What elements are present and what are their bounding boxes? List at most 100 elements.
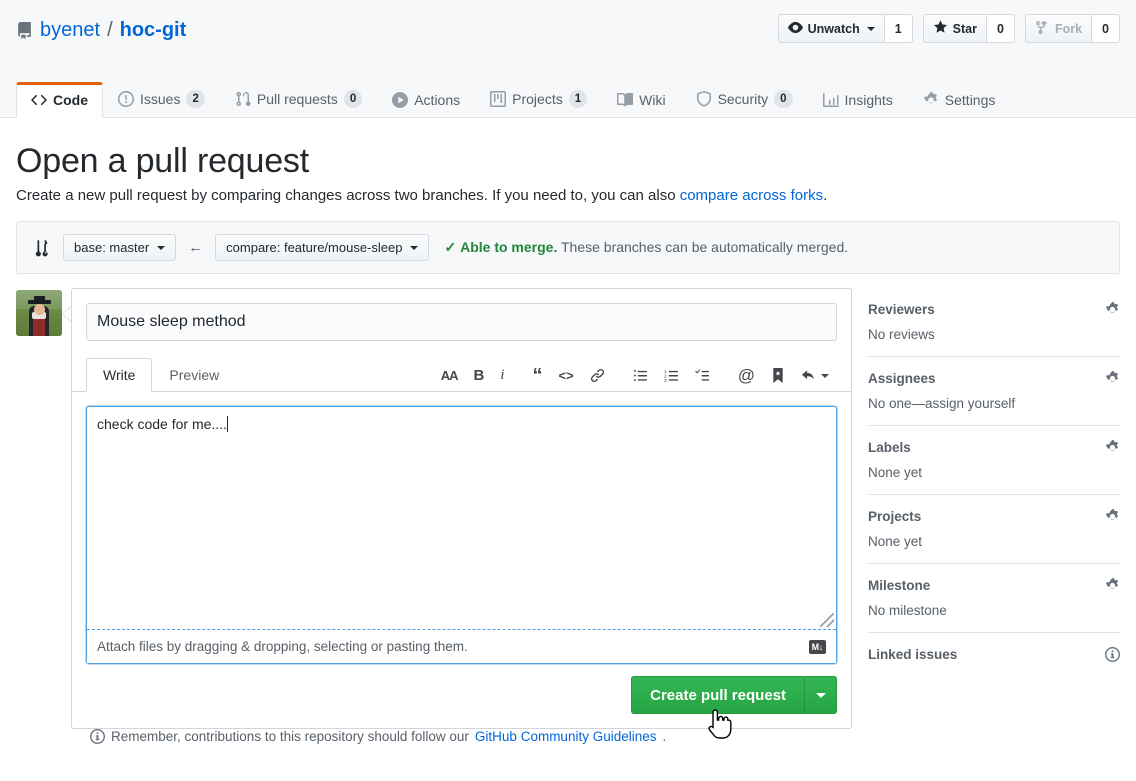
community-guidelines-link[interactable]: GitHub Community Guidelines <box>475 729 657 744</box>
breadcrumb-separator: / <box>107 19 113 41</box>
merge-status-bold: Able to merge. <box>460 239 558 255</box>
tab-issues[interactable]: Issues 2 <box>103 80 220 118</box>
sidebar-reviewers-title: Reviewers <box>868 302 935 317</box>
code-icon[interactable]: <> <box>551 366 582 385</box>
pr-title-input[interactable] <box>86 303 837 341</box>
merge-status: ✓ Able to merge. These branches can be a… <box>444 239 848 256</box>
task-list-icon[interactable] <box>687 365 718 386</box>
community-guidelines-note: Remember, contributions to this reposito… <box>16 729 1120 744</box>
mention-icon[interactable]: @ <box>730 364 763 387</box>
tab-pull-requests-badge: 0 <box>343 90 363 108</box>
tab-pull-requests[interactable]: Pull requests 0 <box>220 80 377 118</box>
compare-across-forks-link[interactable]: compare across forks <box>680 187 823 204</box>
play-icon <box>392 92 409 108</box>
check-icon: ✓ <box>444 239 457 255</box>
repo-book-icon <box>16 21 33 39</box>
saved-reply-bookmark-icon[interactable] <box>763 365 793 386</box>
gear-icon[interactable] <box>1105 371 1120 386</box>
compare-branch-select[interactable]: compare: feature/mouse-sleep <box>215 234 430 261</box>
star-label: Star <box>952 21 977 36</box>
unordered-list-icon[interactable] <box>625 365 656 386</box>
tab-projects[interactable]: Projects 1 <box>475 80 602 118</box>
project-board-icon <box>490 91 507 107</box>
code-icon <box>31 92 47 108</box>
create-pull-request-button[interactable]: Create pull request <box>631 676 804 714</box>
sidebar-milestone-value: No milestone <box>868 603 947 618</box>
star-button[interactable]: Star <box>922 14 986 43</box>
star-button-group: Star 0 <box>922 14 1015 43</box>
comment-bubble-arrow-icon <box>62 306 71 322</box>
sidebar-section-assignees: Assignees No one—assign yourself <box>868 371 1120 426</box>
attach-files-row[interactable]: Attach files by dragging & dropping, sel… <box>87 630 836 663</box>
sidebar-assignees-title: Assignees <box>868 371 936 386</box>
gear-icon[interactable] <box>1105 509 1120 524</box>
footer-note-end: . <box>662 729 667 744</box>
main-row: Write Preview AA B i “ <> <box>16 288 1120 729</box>
shield-icon <box>696 91 712 107</box>
tab-projects-badge: 1 <box>568 90 588 108</box>
resize-handle[interactable] <box>820 613 834 627</box>
tab-issues-label: Issues <box>140 91 181 107</box>
sidebar-reviewers-value: No reviews <box>868 327 935 342</box>
git-compare-icon <box>33 239 51 257</box>
quote-icon[interactable]: “ <box>525 366 551 386</box>
sidebar-labels-header: Labels <box>868 440 1120 455</box>
tab-settings[interactable]: Settings <box>908 82 1011 118</box>
tab-code[interactable]: Code <box>16 82 103 118</box>
watcher-count[interactable]: 1 <box>883 14 913 43</box>
sidebar-section-milestone: Milestone No milestone <box>868 578 1120 633</box>
pr-body-textarea[interactable]: check code for me.... <box>87 407 836 629</box>
pr-form-column: Write Preview AA B i “ <> <box>16 288 852 729</box>
unwatch-button[interactable]: Unwatch <box>777 14 884 43</box>
gear-icon[interactable] <box>1105 578 1120 593</box>
tab-insights-label: Insights <box>844 92 893 108</box>
sidebar-labels-title: Labels <box>868 440 911 455</box>
tab-wiki[interactable]: Wiki <box>602 82 680 118</box>
star-count[interactable]: 0 <box>986 14 1015 43</box>
book-icon <box>617 92 634 108</box>
tab-actions-label: Actions <box>414 92 461 108</box>
pr-body-value: check code for me.... <box>97 416 227 432</box>
fork-count[interactable]: 0 <box>1091 14 1120 43</box>
gear-icon[interactable] <box>1105 440 1120 455</box>
sidebar-projects-header: Projects <box>868 509 1120 524</box>
sidebar-section-linked-issues: Linked issues <box>868 647 1120 686</box>
chevron-down-icon <box>410 245 419 250</box>
repo-owner-link[interactable]: byenet <box>40 18 100 42</box>
info-icon[interactable] <box>1105 647 1120 662</box>
git-pull-request-icon <box>235 91 251 107</box>
fork-icon <box>1035 20 1050 38</box>
page-subtitle-text: Create a new pull request by comparing c… <box>16 187 680 204</box>
gear-icon <box>923 92 939 108</box>
chevron-down-icon <box>866 26 875 31</box>
reply-arrow-icon[interactable] <box>793 365 837 386</box>
repo-name-link[interactable]: hoc-git <box>120 18 187 42</box>
avatar[interactable] <box>16 290 62 336</box>
italic-icon[interactable]: i <box>492 365 512 386</box>
markdown-icon[interactable]: M↓ <box>808 639 826 654</box>
attach-files-label: Attach files by dragging & dropping, sel… <box>97 639 468 654</box>
tab-actions[interactable]: Actions <box>377 82 475 118</box>
tab-projects-label: Projects <box>512 91 563 107</box>
base-branch-select[interactable]: base: master <box>63 234 177 261</box>
gear-icon[interactable] <box>1105 302 1120 317</box>
tab-write[interactable]: Write <box>86 358 153 392</box>
tab-issues-badge: 2 <box>186 90 205 108</box>
create-pull-request-options-button[interactable] <box>804 676 837 714</box>
svg-text:3: 3 <box>664 378 667 383</box>
pr-body-field[interactable]: check code for me.... Attach files by dr… <box>86 406 837 664</box>
tab-preview[interactable]: Preview <box>152 358 236 392</box>
fork-button[interactable]: Fork <box>1024 14 1092 43</box>
tab-insights[interactable]: Insights <box>808 82 908 118</box>
tab-security[interactable]: Security 0 <box>681 80 808 118</box>
sidebar-reviewers-header: Reviewers <box>868 302 1120 317</box>
link-icon[interactable] <box>582 365 613 386</box>
tab-code-label: Code <box>53 92 88 108</box>
markdown-toolbar: AA B i “ <> 123 @ <box>433 364 837 391</box>
bold-icon[interactable]: B <box>466 365 493 386</box>
assign-yourself-link[interactable]: No one—assign yourself <box>868 396 1015 411</box>
issue-opened-icon <box>118 91 134 107</box>
ordered-list-icon[interactable]: 123 <box>656 365 687 386</box>
heading-icon[interactable]: AA <box>433 366 466 385</box>
fork-label: Fork <box>1054 21 1083 36</box>
